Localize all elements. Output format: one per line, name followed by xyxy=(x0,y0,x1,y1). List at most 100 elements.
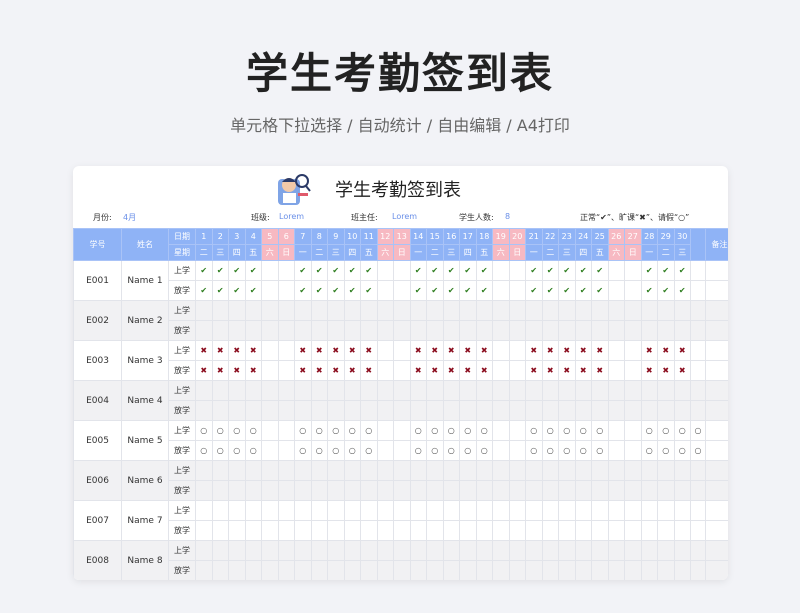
attendance-cell[interactable] xyxy=(492,440,510,461)
attendance-cell[interactable] xyxy=(607,520,625,541)
attendance-cell[interactable] xyxy=(393,400,411,421)
attendance-cell[interactable] xyxy=(195,500,213,521)
attendance-cell[interactable] xyxy=(558,380,576,401)
attendance-cell[interactable] xyxy=(607,340,625,361)
attendance-cell[interactable] xyxy=(508,380,526,401)
attendance-cell[interactable] xyxy=(393,260,411,281)
attendance-cell[interactable] xyxy=(426,560,444,580)
attendance-cell[interactable] xyxy=(640,540,658,561)
attendance-cell[interactable] xyxy=(624,540,642,561)
attendance-cell[interactable]: ✖ xyxy=(673,340,691,361)
attendance-cell[interactable]: ✖ xyxy=(310,340,328,361)
attendance-cell[interactable] xyxy=(574,540,592,561)
attendance-cell[interactable] xyxy=(690,320,706,341)
attendance-cell[interactable]: ✔ xyxy=(310,260,328,281)
attendance-cell[interactable] xyxy=(690,460,706,481)
attendance-cell[interactable] xyxy=(244,400,262,421)
attendance-cell[interactable] xyxy=(277,500,295,521)
attendance-cell[interactable] xyxy=(624,480,642,501)
attendance-cell[interactable] xyxy=(624,320,642,341)
attendance-cell[interactable] xyxy=(327,400,345,421)
attendance-cell[interactable] xyxy=(343,500,361,521)
attendance-cell[interactable] xyxy=(376,260,394,281)
attendance-cell[interactable] xyxy=(261,540,279,561)
attendance-cell[interactable] xyxy=(690,540,706,561)
attendance-cell[interactable]: ○ xyxy=(294,440,312,461)
attendance-cell[interactable] xyxy=(426,520,444,541)
attendance-cell[interactable]: ○ xyxy=(525,440,543,461)
attendance-cell[interactable]: ✖ xyxy=(360,340,378,361)
attendance-cell[interactable]: ○ xyxy=(558,440,576,461)
attendance-cell[interactable] xyxy=(591,320,609,341)
attendance-cell[interactable] xyxy=(277,520,295,541)
attendance-cell[interactable] xyxy=(376,320,394,341)
attendance-cell[interactable] xyxy=(492,480,510,501)
attendance-cell[interactable] xyxy=(690,260,706,281)
attendance-cell[interactable] xyxy=(442,480,460,501)
attendance-cell[interactable] xyxy=(591,460,609,481)
attendance-cell[interactable] xyxy=(591,500,609,521)
attendance-cell[interactable] xyxy=(508,460,526,481)
attendance-cell[interactable] xyxy=(459,520,477,541)
attendance-cell[interactable] xyxy=(195,540,213,561)
attendance-cell[interactable] xyxy=(624,340,642,361)
attendance-cell[interactable] xyxy=(657,540,675,561)
attendance-cell[interactable] xyxy=(228,460,246,481)
attendance-cell[interactable] xyxy=(607,380,625,401)
attendance-cell[interactable] xyxy=(541,320,559,341)
teacher-value[interactable]: Lorem xyxy=(392,212,417,221)
attendance-cell[interactable]: ✖ xyxy=(525,360,543,381)
attendance-cell[interactable] xyxy=(508,340,526,361)
attendance-cell[interactable]: ○ xyxy=(640,420,658,441)
attendance-cell[interactable] xyxy=(343,540,361,561)
attendance-cell[interactable] xyxy=(409,480,427,501)
attendance-cell[interactable]: ✔ xyxy=(228,260,246,281)
attendance-cell[interactable] xyxy=(591,380,609,401)
attendance-cell[interactable] xyxy=(327,460,345,481)
attendance-cell[interactable]: ✔ xyxy=(640,260,658,281)
attendance-cell[interactable] xyxy=(574,560,592,580)
attendance-cell[interactable]: ✔ xyxy=(525,260,543,281)
attendance-cell[interactable] xyxy=(310,400,328,421)
attendance-cell[interactable] xyxy=(360,300,378,321)
attendance-cell[interactable] xyxy=(657,400,675,421)
attendance-cell[interactable] xyxy=(211,500,229,521)
attendance-cell[interactable] xyxy=(261,460,279,481)
attendance-cell[interactable] xyxy=(393,540,411,561)
attendance-cell[interactable] xyxy=(327,320,345,341)
attendance-cell[interactable]: ○ xyxy=(442,440,460,461)
attendance-cell[interactable] xyxy=(591,560,609,580)
attendance-cell[interactable] xyxy=(277,340,295,361)
attendance-cell[interactable] xyxy=(624,300,642,321)
attendance-cell[interactable] xyxy=(244,320,262,341)
attendance-cell[interactable]: ✔ xyxy=(558,280,576,301)
attendance-cell[interactable] xyxy=(475,460,493,481)
attendance-cell[interactable]: ○ xyxy=(195,440,213,461)
attendance-cell[interactable] xyxy=(640,300,658,321)
attendance-cell[interactable] xyxy=(277,380,295,401)
attendance-cell[interactable] xyxy=(310,480,328,501)
attendance-cell[interactable]: ✔ xyxy=(327,260,345,281)
attendance-cell[interactable] xyxy=(228,540,246,561)
attendance-cell[interactable] xyxy=(541,520,559,541)
attendance-cell[interactable] xyxy=(690,300,706,321)
attendance-cell[interactable] xyxy=(327,380,345,401)
attendance-cell[interactable] xyxy=(228,560,246,580)
attendance-cell[interactable] xyxy=(508,300,526,321)
attendance-cell[interactable]: ✔ xyxy=(409,260,427,281)
attendance-cell[interactable] xyxy=(277,440,295,461)
attendance-cell[interactable] xyxy=(393,520,411,541)
attendance-cell[interactable]: ✖ xyxy=(244,360,262,381)
attendance-cell[interactable] xyxy=(492,540,510,561)
attendance-cell[interactable] xyxy=(277,460,295,481)
attendance-cell[interactable] xyxy=(558,300,576,321)
attendance-cell[interactable] xyxy=(310,500,328,521)
attendance-cell[interactable] xyxy=(574,520,592,541)
attendance-cell[interactable]: ○ xyxy=(360,440,378,461)
attendance-cell[interactable]: ✔ xyxy=(228,280,246,301)
attendance-cell[interactable]: ✔ xyxy=(409,280,427,301)
attendance-cell[interactable] xyxy=(690,380,706,401)
attendance-cell[interactable]: ✖ xyxy=(459,360,477,381)
attendance-cell[interactable] xyxy=(492,340,510,361)
attendance-cell[interactable]: ✖ xyxy=(343,340,361,361)
